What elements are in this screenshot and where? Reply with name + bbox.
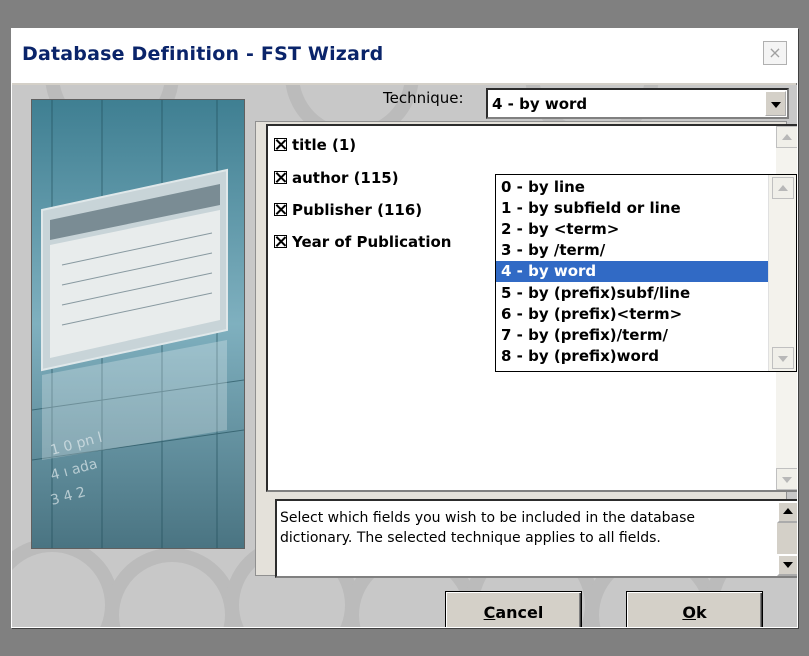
field-item-publisher[interactable]: Publisher (116) [274, 201, 422, 223]
cancel-accelerator: C [483, 603, 496, 622]
technique-option[interactable]: 8 - by (prefix)word [496, 346, 769, 367]
scroll-down-icon[interactable] [776, 468, 797, 490]
field-label: Publisher (116) [292, 201, 423, 219]
window-title: Database Definition - FST Wizard [22, 43, 384, 65]
technique-option[interactable]: 0 - by line [496, 177, 769, 198]
ok-label: k [695, 603, 707, 622]
scroll-up-icon[interactable] [776, 126, 797, 148]
technique-option[interactable]: 1 - by subfield or line [496, 198, 769, 219]
description-scrollbar[interactable] [777, 501, 797, 576]
dropdown-scrollbar[interactable] [768, 175, 796, 371]
description-box: Select which fields you wish to be inclu… [275, 499, 797, 578]
field-item-title[interactable]: title (1) [274, 136, 356, 158]
wizard-side-image: 1 0 pn l 4 ı ada 3 4 2 [31, 99, 245, 549]
technique-selected-value: 4 - by word [492, 95, 588, 113]
technique-dropdown-list[interactable]: 0 - by line 1 - by subfield or line 2 - … [495, 174, 797, 372]
technique-combobox[interactable]: 4 - by word [486, 88, 789, 119]
field-label: author (115) [292, 169, 399, 187]
technique-option[interactable]: 2 - by <term> [496, 219, 769, 240]
checkbox-checked-icon[interactable] [274, 138, 287, 151]
scroll-down-icon[interactable] [772, 347, 794, 369]
description-text: Select which fields you wish to be inclu… [280, 510, 696, 546]
field-label: Year of Publication [292, 233, 452, 251]
checkbox-checked-icon[interactable] [274, 203, 287, 216]
side-artwork: 1 0 pn l 4 ı ada 3 4 2 [32, 100, 244, 548]
cancel-label: ancel [495, 603, 544, 622]
technique-option[interactable]: 3 - by /term/ [496, 240, 769, 261]
ok-accelerator: O [682, 603, 696, 622]
technique-option[interactable]: 7 - by (prefix)/term/ [496, 325, 769, 346]
technique-option[interactable]: 5 - by (prefix)subf/line [496, 283, 769, 304]
chevron-down-icon[interactable] [765, 91, 786, 116]
technique-option[interactable]: 6 - by (prefix)<term> [496, 304, 769, 325]
scroll-up-icon[interactable] [777, 501, 797, 523]
title-bar[interactable]: Database Definition - FST Wizard × [12, 29, 797, 83]
scroll-down-icon[interactable] [777, 554, 797, 576]
close-icon: × [768, 43, 782, 62]
technique-option-selected[interactable]: 4 - by word [496, 261, 769, 282]
technique-label: Technique: [383, 89, 464, 107]
fst-wizard-dialog: Database Definition - FST Wizard × 1 0 p… [11, 28, 798, 628]
ok-button[interactable]: Ok [626, 591, 763, 627]
checkbox-checked-icon[interactable] [274, 235, 287, 248]
field-item-year[interactable]: Year of Publication [274, 233, 451, 255]
field-item-author[interactable]: author (115) [274, 169, 399, 191]
close-button[interactable]: × [763, 41, 787, 65]
cancel-button[interactable]: Cancel [445, 591, 582, 627]
field-label: title (1) [292, 136, 357, 154]
checkbox-checked-icon[interactable] [274, 171, 287, 184]
scroll-up-icon[interactable] [772, 177, 794, 199]
